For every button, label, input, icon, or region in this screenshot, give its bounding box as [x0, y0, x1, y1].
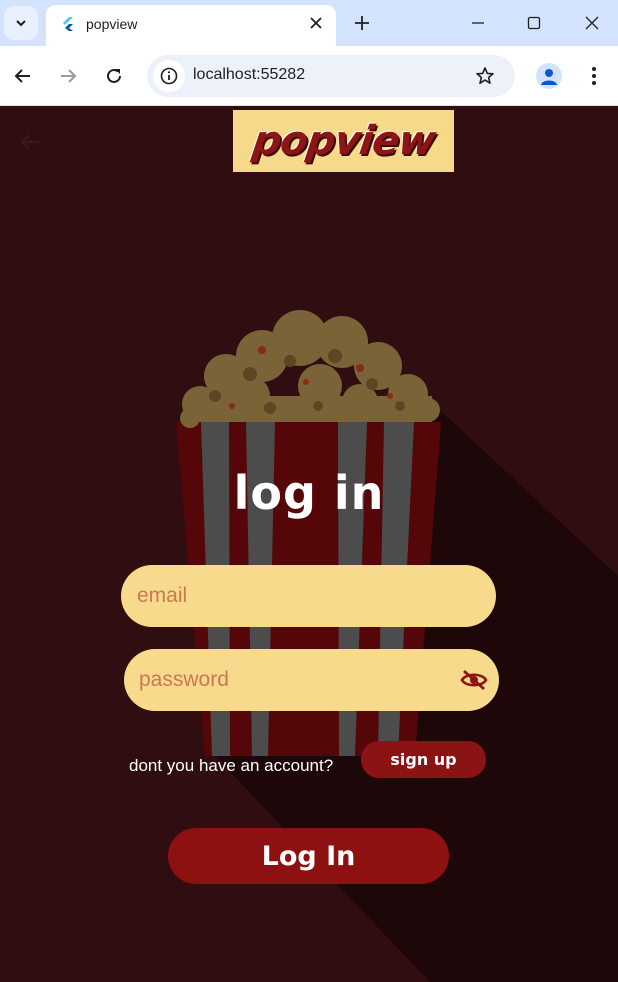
profile-icon [541, 69, 557, 85]
tab-title: popview [86, 16, 138, 32]
forward-icon [61, 69, 77, 83]
new-tab-button[interactable] [350, 11, 374, 35]
minimize-button[interactable] [466, 11, 490, 35]
site-info-button[interactable] [153, 60, 185, 92]
app-logo: popview [233, 110, 454, 172]
logo-text: popview [249, 118, 438, 164]
bookmark-button[interactable] [473, 64, 497, 88]
tab-close-button[interactable] [306, 13, 326, 33]
address-bar[interactable]: localhost:55282 [147, 55, 515, 97]
chrome-menu-button[interactable] [582, 62, 606, 90]
minimize-icon [472, 22, 484, 24]
login-button[interactable]: Log In [168, 828, 449, 884]
back-button[interactable] [9, 62, 37, 90]
signup-button[interactable]: sign up [361, 741, 486, 778]
forward-button[interactable] [54, 62, 82, 90]
password-field-container [124, 649, 499, 711]
email-field-container [121, 565, 496, 627]
password-field[interactable] [124, 649, 499, 711]
eye-off-icon [460, 669, 488, 691]
browser-tab[interactable]: popview [46, 5, 336, 46]
chevron-down-icon [16, 20, 26, 27]
close-icon [310, 17, 322, 29]
menu-icon [592, 67, 596, 85]
maximize-icon [527, 16, 541, 30]
reload-icon [107, 68, 121, 83]
flutter-icon [63, 17, 73, 31]
profile-button[interactable] [536, 63, 562, 89]
tab-search-button[interactable] [4, 6, 38, 40]
arrow-back-button[interactable] [16, 128, 44, 156]
signup-question: dont you have an account? [129, 756, 334, 775]
arrow-back-icon [20, 134, 39, 150]
password-visibility-toggle[interactable] [460, 666, 488, 694]
maximize-button[interactable] [522, 11, 546, 35]
plus-icon [355, 16, 369, 30]
tab-strip: popview [0, 0, 618, 46]
app-viewport: popview log in dont you have an account?… [0, 106, 618, 982]
page-title: log in [233, 466, 385, 520]
window-close-button[interactable] [580, 11, 604, 35]
back-icon [14, 69, 30, 83]
browser-toolbar: localhost:55282 [0, 46, 618, 106]
reload-button[interactable] [100, 62, 128, 90]
info-icon [160, 67, 178, 85]
url-text[interactable]: localhost:55282 [193, 66, 305, 84]
email-field[interactable] [121, 565, 496, 627]
star-icon [476, 67, 494, 84]
close-icon [585, 16, 599, 30]
